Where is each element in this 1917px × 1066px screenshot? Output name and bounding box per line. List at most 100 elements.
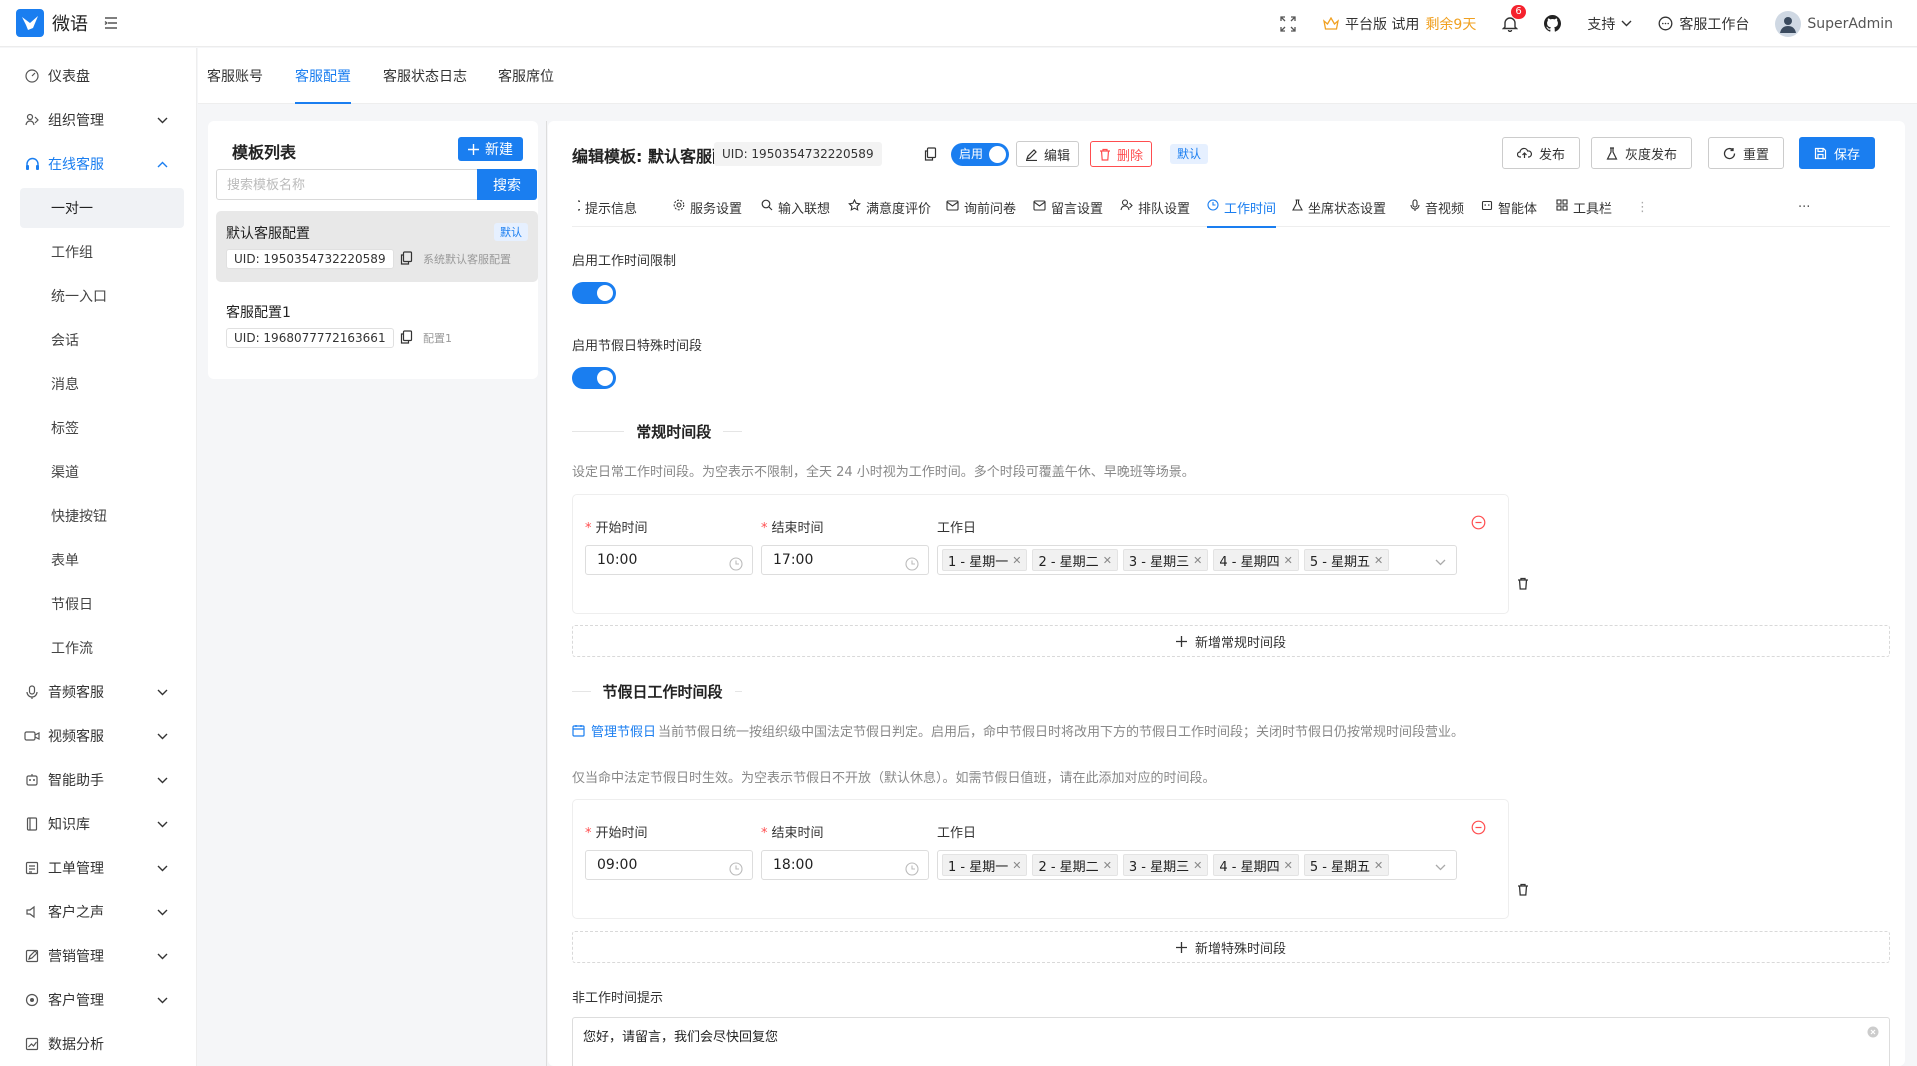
sidebar-sub-message[interactable]: 消息: [0, 362, 196, 406]
close-icon[interactable]: ✕: [1103, 859, 1112, 872]
sidebar-item-marketing[interactable]: 营销管理: [0, 934, 196, 978]
new-template-button[interactable]: 新建: [458, 137, 523, 161]
tab-prompt-info[interactable]: 提示信息: [572, 187, 637, 227]
sidebar-item-audio-service[interactable]: 音频客服: [0, 670, 196, 714]
sidebar-sub-holiday[interactable]: 节假日: [0, 582, 196, 626]
tab-service-seats[interactable]: 客服席位: [498, 48, 554, 104]
tab-service-account[interactable]: 客服账号: [207, 48, 263, 104]
fullscreen-icon[interactable]: [1279, 15, 1297, 33]
close-icon[interactable]: ✕: [1193, 554, 1202, 567]
sidebar-item-ai-assistant[interactable]: 智能助手: [0, 758, 196, 802]
tab-queue[interactable]: 排队设置: [1120, 187, 1190, 227]
close-icon[interactable]: ✕: [1012, 859, 1021, 872]
tab-seat-status[interactable]: 坐席状态设置: [1292, 187, 1386, 227]
reset-button[interactable]: 重置: [1708, 137, 1785, 169]
sidebar-sub-one-to-one[interactable]: 一对一: [20, 188, 184, 228]
day-tag[interactable]: 4 - 星期四 ✕: [1213, 549, 1299, 571]
sidebar-sub-workgroup[interactable]: 工作组: [0, 230, 196, 274]
copy-icon[interactable]: [924, 147, 937, 165]
close-icon[interactable]: ✕: [1103, 554, 1112, 567]
sidebar-item-dashboard[interactable]: 仪表盘: [0, 54, 196, 98]
sidebar-item-video-service[interactable]: 视频客服: [0, 714, 196, 758]
sidebar-item-customer-voice[interactable]: 客户之声: [0, 890, 196, 934]
enable-holiday-toggle[interactable]: [572, 367, 616, 389]
plan-indicator[interactable]: 平台版 试用 剩余9天: [1323, 14, 1476, 34]
support-menu[interactable]: 支持: [1587, 14, 1632, 34]
save-button[interactable]: 保存: [1799, 137, 1876, 169]
template-search-input[interactable]: [216, 169, 478, 200]
close-icon[interactable]: ✕: [1284, 859, 1293, 872]
template-item[interactable]: 客服配置1 UID: 1968077772163661 配置1: [216, 290, 538, 361]
day-tag[interactable]: 2 - 星期二 ✕: [1032, 549, 1118, 571]
tab-service-config[interactable]: 客服配置: [295, 48, 351, 104]
close-icon[interactable]: ✕: [1374, 554, 1383, 567]
day-tag[interactable]: 2 - 星期二 ✕: [1032, 854, 1118, 876]
github-icon[interactable]: [1544, 15, 1562, 32]
tab-audio-video[interactable]: 音视频: [1410, 187, 1464, 227]
day-tag[interactable]: 1 - 星期一 ✕: [942, 549, 1028, 571]
search-button[interactable]: 搜索: [477, 169, 537, 200]
sidebar-sub-workflow[interactable]: 工作流: [0, 626, 196, 670]
workdays-select[interactable]: 1 - 星期一 ✕ 2 - 星期二 ✕ 3 - 星期三 ✕ 4 - 星期四 ✕ 5 - …: [937, 545, 1457, 575]
close-icon[interactable]: ✕: [1284, 554, 1293, 567]
manage-holiday-link[interactable]: 管理节假日: [572, 721, 656, 740]
sidebar-sub-unified-entry[interactable]: 统一入口: [0, 274, 196, 318]
menu-toggle-icon[interactable]: [104, 14, 118, 33]
copy-icon[interactable]: [400, 251, 413, 269]
day-tag[interactable]: 3 - 星期三 ✕: [1122, 854, 1209, 876]
sidebar-item-online-service[interactable]: 在线客服: [0, 142, 196, 186]
sidebar-sub-session[interactable]: 会话: [0, 318, 196, 362]
day-tag[interactable]: 1 - 星期一 ✕: [942, 854, 1028, 876]
end-time-input[interactable]: 18:00: [761, 850, 929, 880]
tab-work-time[interactable]: 工作时间: [1207, 187, 1277, 228]
enable-switch[interactable]: 启用: [951, 143, 1009, 166]
sidebar-item-ticket[interactable]: 工单管理: [0, 846, 196, 890]
workdays-select[interactable]: 1 - 星期一 ✕ 2 - 星期二 ✕ 3 - 星期三 ✕ 4 - 星期四 ✕ 5 - …: [937, 850, 1457, 880]
sidebar-item-knowledge-base[interactable]: 知识库: [0, 802, 196, 846]
more-tabs-button[interactable]: ···: [1798, 187, 1810, 227]
close-icon[interactable]: ✕: [1193, 859, 1202, 872]
add-holiday-slot-button[interactable]: 新增特殊时间段: [572, 931, 1890, 963]
workbench-link[interactable]: 客服工作台: [1658, 14, 1749, 34]
start-time-input[interactable]: 09:00: [585, 850, 753, 880]
copy-icon[interactable]: [400, 330, 413, 348]
remove-circle-icon[interactable]: [1471, 515, 1486, 534]
sidebar-item-analytics[interactable]: 数据分析: [0, 1022, 196, 1066]
user-menu[interactable]: SuperAdmin: [1775, 10, 1893, 37]
delete-slot-icon[interactable]: [1517, 883, 1529, 900]
day-tag[interactable]: 5 - 星期五 ✕: [1303, 854, 1390, 876]
tab-pre-survey[interactable]: 询前问卷: [946, 187, 1016, 227]
tab-leave-message[interactable]: 留言设置: [1033, 187, 1103, 227]
sidebar-sub-tag[interactable]: 标签: [0, 406, 196, 450]
offhours-textarea[interactable]: 您好，请留言，我们会尽快回复您: [572, 1017, 1890, 1066]
add-regular-slot-button[interactable]: 新增常规时间段: [572, 625, 1890, 657]
close-icon[interactable]: ✕: [1374, 859, 1383, 872]
enable-limit-toggle[interactable]: [572, 282, 616, 304]
notification-button[interactable]: 6: [1502, 5, 1526, 32]
tab-service-settings[interactable]: 服务设置: [673, 187, 742, 227]
app-logo[interactable]: 微语: [16, 9, 88, 37]
edit-button[interactable]: 编辑: [1016, 141, 1080, 167]
template-item[interactable]: 默认客服配置 默认 UID: 1950354732220589 系统默认客服配置: [216, 211, 538, 282]
publish-button[interactable]: 发布: [1502, 137, 1581, 169]
sidebar-item-customer[interactable]: 客户管理: [0, 978, 196, 1022]
gray-publish-button[interactable]: 灰度发布: [1591, 137, 1693, 169]
tab-input-suggest[interactable]: 输入联想: [761, 187, 830, 227]
panel-splitter[interactable]: [546, 121, 547, 1066]
day-tag[interactable]: 3 - 星期三 ✕: [1122, 549, 1209, 571]
delete-button[interactable]: 删除: [1090, 141, 1153, 167]
day-tag[interactable]: 5 - 星期五 ✕: [1303, 549, 1390, 571]
sidebar-item-organization[interactable]: 组织管理: [0, 98, 196, 142]
start-time-input[interactable]: 10:00: [585, 545, 753, 575]
sidebar-sub-form[interactable]: 表单: [0, 538, 196, 582]
tab-toolbar[interactable]: 工具栏: [1556, 187, 1612, 227]
clear-icon[interactable]: [1867, 1026, 1879, 1042]
sidebar-sub-channel[interactable]: 渠道: [0, 450, 196, 494]
remove-circle-icon[interactable]: [1471, 820, 1486, 839]
tab-satisfaction[interactable]: 满意度评价: [848, 187, 931, 227]
day-tag[interactable]: 4 - 星期四 ✕: [1213, 854, 1299, 876]
tab-status-log[interactable]: 客服状态日志: [383, 48, 467, 104]
end-time-input[interactable]: 17:00: [761, 545, 929, 575]
close-icon[interactable]: ✕: [1012, 554, 1021, 567]
sidebar-sub-quick-button[interactable]: 快捷按钮: [0, 494, 196, 538]
